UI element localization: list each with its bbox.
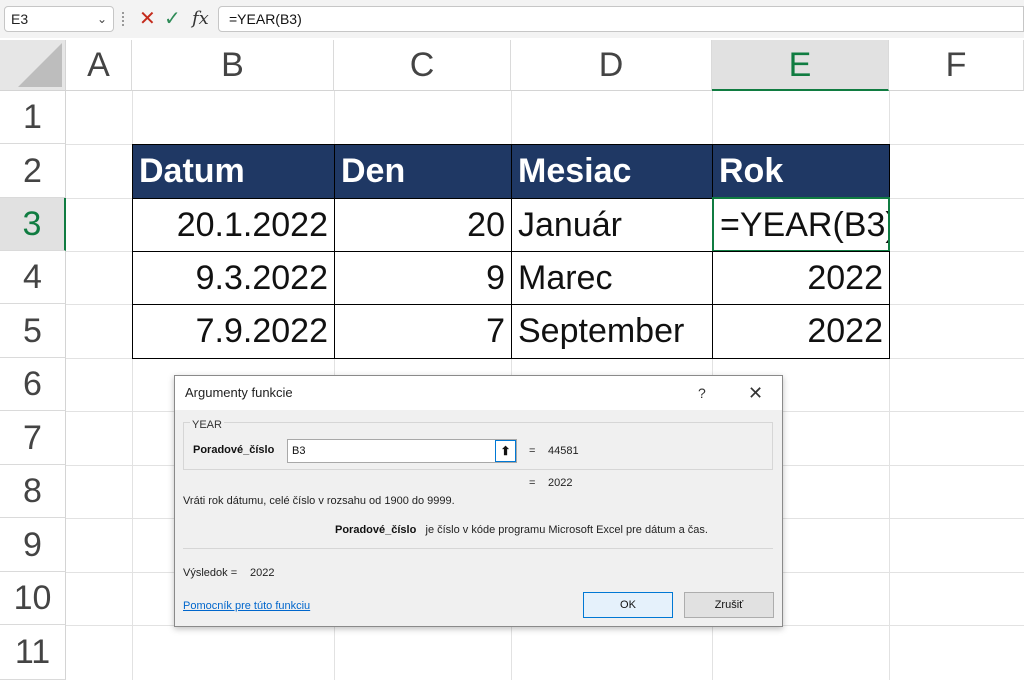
cell-b5[interactable]: 7.9.2022 [132, 304, 335, 359]
column-header-f[interactable]: F [889, 40, 1024, 91]
column-header-a[interactable]: A [66, 40, 132, 91]
row-header-8[interactable]: 8 [0, 465, 66, 518]
row-header-9[interactable]: 9 [0, 518, 66, 572]
cell-b3[interactable]: 20.1.2022 [132, 198, 335, 252]
row-header-10[interactable]: 10 [0, 572, 66, 625]
row-header-11[interactable]: 11 [0, 625, 66, 680]
dialog-title[interactable]: Argumenty funkcie [175, 376, 782, 410]
select-all-button[interactable] [0, 40, 66, 91]
row-header-4[interactable]: 4 [0, 251, 66, 304]
ok-button[interactable]: OK [583, 592, 673, 618]
close-icon[interactable]: ✕ [748, 376, 768, 410]
row-header-2[interactable]: 2 [0, 144, 66, 198]
cell-c2-header-den[interactable]: Den [334, 144, 512, 199]
function-help-link[interactable]: Pomocník pre túto funkciu [183, 600, 310, 612]
collapse-dialog-icon[interactable]: ⬆ [495, 440, 516, 462]
row-header-5[interactable]: 5 [0, 304, 66, 358]
argument-value: 44581 [548, 445, 579, 457]
cell-e3-active[interactable]: =YEAR(B3) [712, 197, 890, 252]
insert-function-icon[interactable]: fx [192, 7, 209, 31]
function-name: YEAR [190, 419, 224, 431]
column-header-c[interactable]: C [334, 40, 511, 91]
argument-label: Poradové_číslo [193, 444, 275, 456]
row-header-6[interactable]: 6 [0, 358, 66, 411]
row-header-3[interactable]: 3 [0, 198, 66, 251]
cell-b2-header-datum[interactable]: Datum [132, 144, 335, 199]
argument-description-text: je číslo v kóde programu Microsoft Excel… [425, 524, 708, 536]
cell-e5[interactable]: 2022 [712, 304, 890, 359]
function-arguments-dialog: Argumenty funkcie ? ✕ YEAR Poradové_čísl… [174, 375, 783, 627]
select-all-triangle-icon [18, 43, 62, 87]
function-value: 2022 [548, 477, 573, 489]
dialog-divider [183, 548, 773, 549]
result-value: 2022 [250, 567, 275, 579]
help-icon[interactable]: ? [698, 376, 716, 410]
cell-d2-header-mesiac[interactable]: Mesiac [511, 144, 713, 199]
cell-c4[interactable]: 9 [334, 251, 512, 305]
column-header-d[interactable]: D [511, 40, 712, 91]
enter-icon[interactable]: ✓ [164, 7, 181, 31]
argument-equals: = [529, 445, 536, 457]
cell-e4[interactable]: 2022 [712, 251, 890, 305]
argument-description: Poradové_číslo je číslo v kóde programu … [335, 524, 708, 536]
cell-d4[interactable]: Marec [511, 251, 713, 305]
cell-b4[interactable]: 9.3.2022 [132, 251, 335, 305]
cell-d5[interactable]: September [511, 304, 713, 359]
formula-bar: E3 ⌄ ✕ ✓ fx =YEAR(B3) [0, 0, 1024, 38]
name-box[interactable]: E3 ⌄ [4, 6, 114, 32]
row-header-7[interactable]: 7 [0, 411, 66, 465]
cell-c5[interactable]: 7 [334, 304, 512, 359]
column-header-b[interactable]: B [132, 40, 334, 91]
function-description: Vráti rok dátumu, celé číslo v rozsahu o… [183, 495, 455, 507]
formula-input[interactable]: =YEAR(B3) [218, 6, 1024, 32]
function-equals: = [529, 477, 536, 489]
cell-e2-header-rok[interactable]: Rok [712, 144, 890, 199]
cancel-button[interactable]: Zrušiť [684, 592, 774, 618]
row-header-1[interactable]: 1 [0, 91, 66, 144]
chevron-down-icon[interactable]: ⌄ [97, 7, 107, 31]
argument-input[interactable]: B3 [287, 439, 517, 463]
formula-bar-separator [122, 12, 124, 26]
argument-description-name: Poradové_číslo [335, 524, 417, 536]
cell-c3[interactable]: 20 [334, 198, 512, 252]
column-header-e[interactable]: E [712, 40, 889, 91]
result-label: Výsledok = [183, 567, 238, 579]
cell-d3[interactable]: Január [511, 198, 713, 252]
name-box-value: E3 [11, 11, 29, 27]
cancel-icon[interactable]: ✕ [139, 7, 156, 31]
